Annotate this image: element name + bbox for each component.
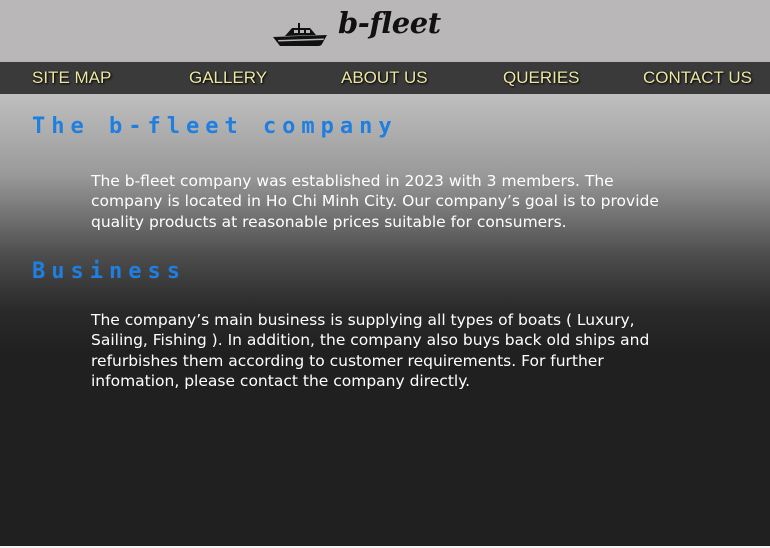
section-body-business: The company’s main business is supplying… bbox=[91, 311, 650, 391]
section-heading-business: Business bbox=[32, 259, 186, 284]
main-nav: SITE MAP GALLERY ABOUT US QUERIES CONTAC… bbox=[0, 62, 770, 94]
nav-item-about-us[interactable]: ABOUT US bbox=[341, 68, 428, 88]
brand-logo-text[interactable]: b-fleet bbox=[338, 6, 441, 40]
site-header: b-fleet bbox=[0, 0, 770, 62]
main-content: The b-fleet company The b-fleet company … bbox=[0, 94, 770, 546]
section-heading-company: The b-fleet company bbox=[32, 114, 398, 139]
nav-item-queries[interactable]: QUERIES bbox=[503, 68, 580, 88]
section-body-company: The b-fleet company was established in 2… bbox=[91, 172, 659, 231]
page: b-fleet SITE MAP GALLERY ABOUT US QUERIE… bbox=[0, 0, 770, 548]
nav-item-site-map[interactable]: SITE MAP bbox=[32, 68, 111, 88]
nav-item-contact-us[interactable]: CONTACT US bbox=[643, 68, 752, 88]
boat-icon bbox=[273, 23, 327, 46]
nav-item-gallery[interactable]: GALLERY bbox=[189, 68, 267, 88]
